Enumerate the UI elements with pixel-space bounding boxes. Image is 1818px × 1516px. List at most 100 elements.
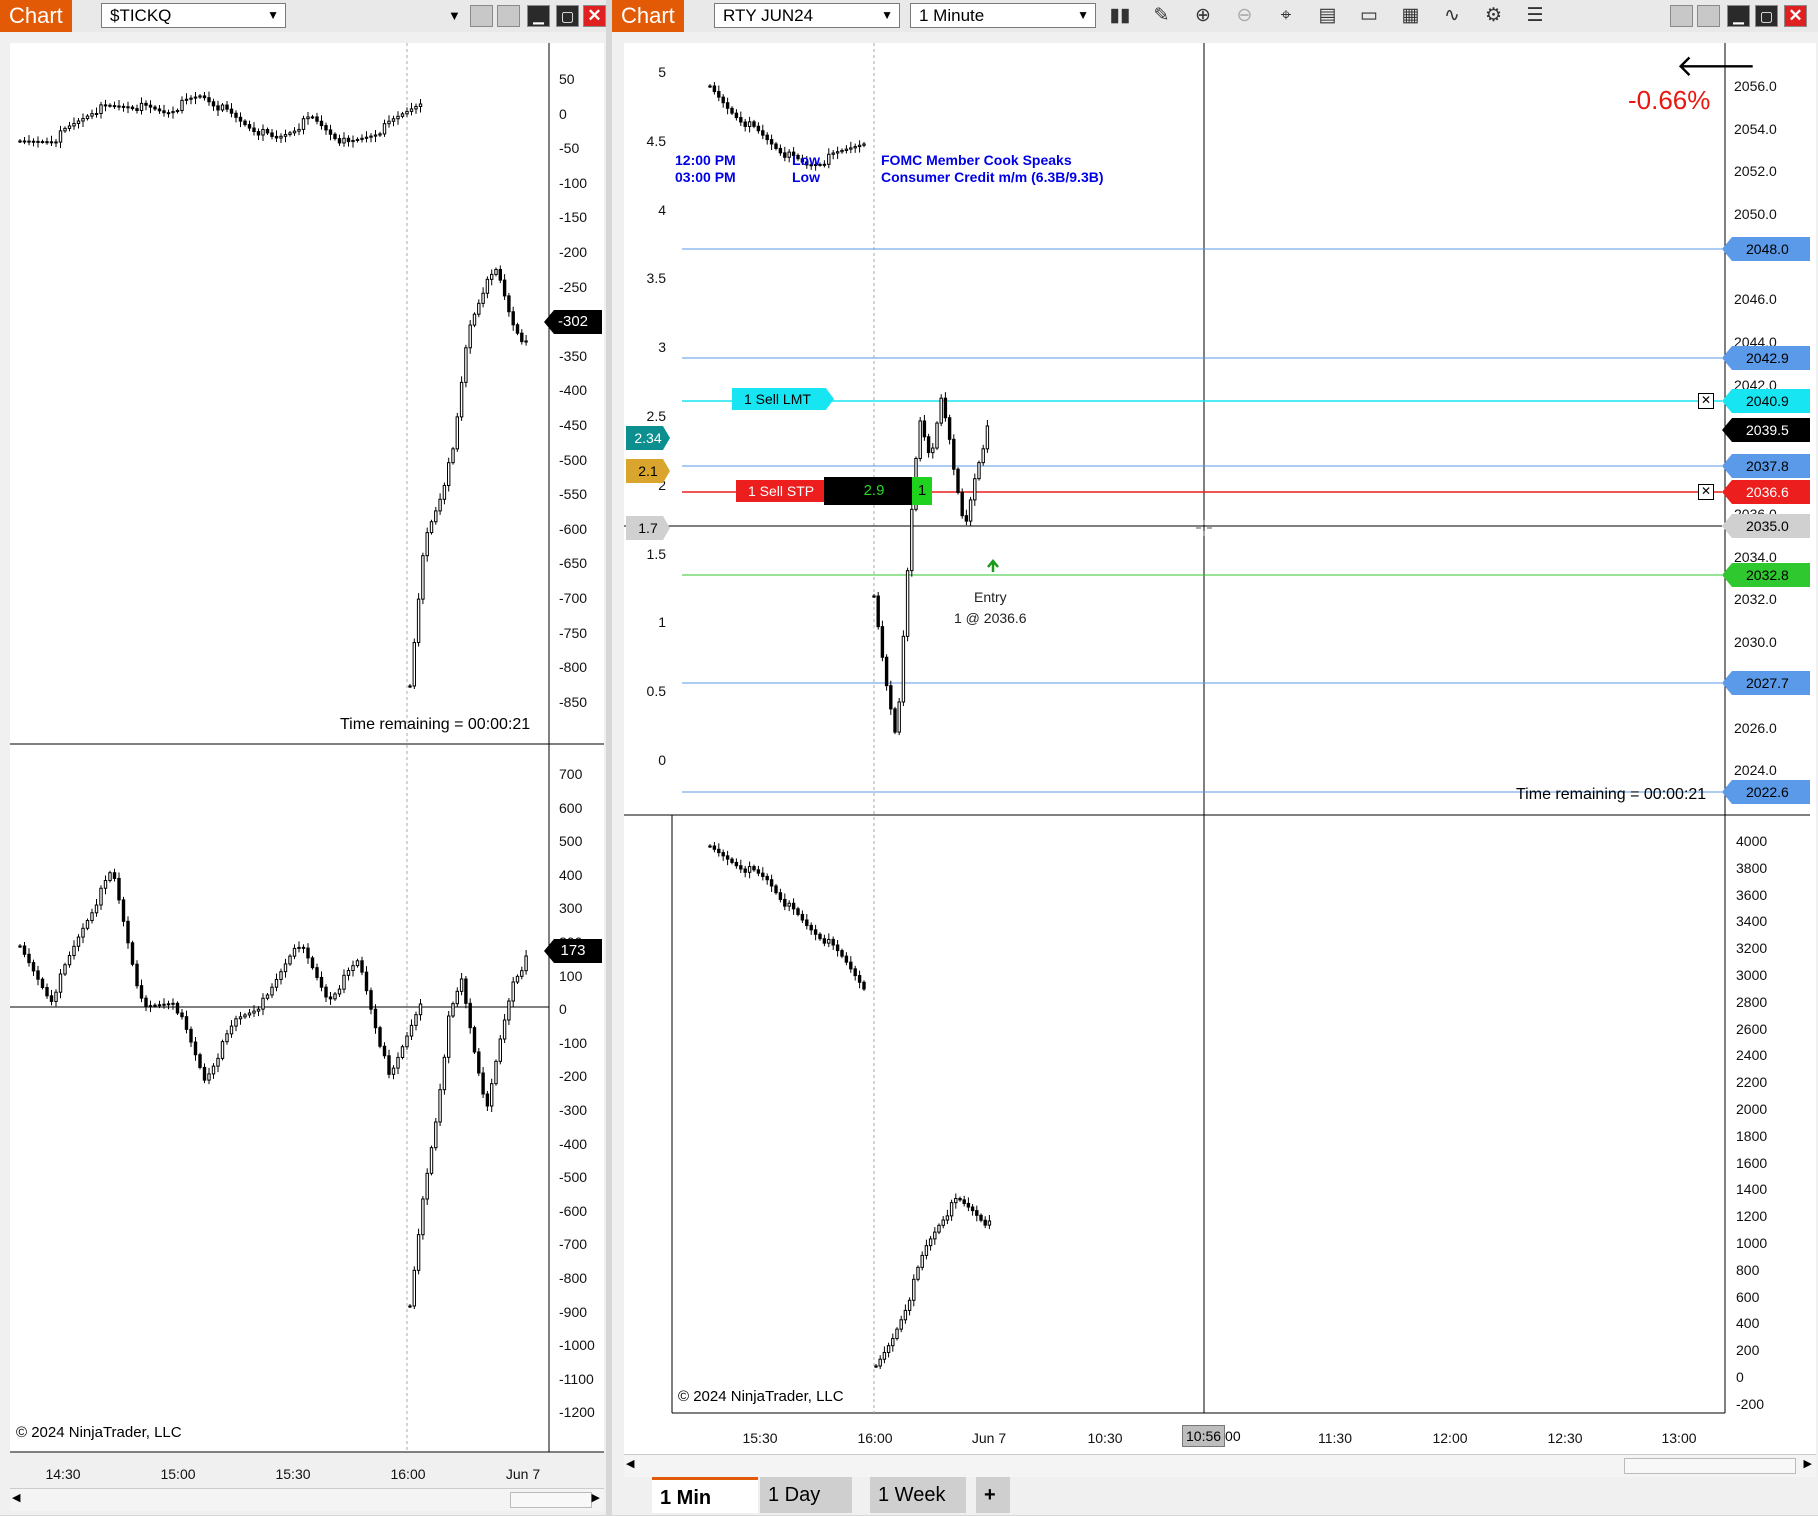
candle-body <box>238 1016 243 1020</box>
candle-body <box>328 996 333 1000</box>
candle-body <box>54 141 58 144</box>
scroll-right-icon[interactable]: ▶ <box>1804 1457 1812 1470</box>
candle-body <box>157 1004 162 1007</box>
candle-body <box>937 1224 941 1233</box>
candle-body <box>981 448 985 464</box>
candle-body <box>292 130 297 134</box>
candle-body <box>130 106 135 110</box>
candle-body <box>364 136 369 139</box>
right-scrollbar[interactable]: ◀ ▶ <box>624 1454 1816 1477</box>
left-top-axis-label: -450 <box>559 417 588 433</box>
candle-body <box>337 138 342 144</box>
candle-body <box>103 104 108 107</box>
candle-body <box>409 1024 414 1037</box>
candle-body <box>765 134 769 141</box>
candle-body <box>220 104 225 111</box>
cancel-limit-order-icon[interactable]: ✕ <box>1698 393 1714 409</box>
candle-body <box>225 1033 229 1043</box>
right-time-label: 12:30 <box>1547 1430 1583 1446</box>
sell-stop-order[interactable]: 1 Sell STP <box>736 480 834 502</box>
candle-body <box>853 968 857 977</box>
candle-body <box>507 1000 511 1021</box>
candle-body <box>941 1219 945 1226</box>
position-pnl: 2.9 <box>824 477 924 505</box>
scroll-left-icon[interactable]: ◀ <box>12 1491 20 1504</box>
sell-limit-order[interactable]: 1 Sell LMT <box>732 388 834 410</box>
volume-axis-label: 2400 <box>1736 1047 1768 1064</box>
candle-body <box>81 927 85 938</box>
candle-body <box>862 981 866 990</box>
candle-body <box>844 955 849 963</box>
candle-body <box>373 1008 378 1029</box>
left-top-axis-label: -550 <box>559 486 588 503</box>
candle-body <box>103 879 108 889</box>
left-top-axis-label: -400 <box>559 382 588 399</box>
candle-body <box>747 121 752 127</box>
candle-body <box>189 97 193 100</box>
candle-body <box>862 143 866 146</box>
add-tab-button[interactable]: + <box>976 1477 1010 1513</box>
candle-body <box>279 971 283 980</box>
right-time-remaining: Time remaining = 00:00:21 <box>1516 786 1707 803</box>
candle-body <box>360 137 364 140</box>
candle-body <box>378 133 382 136</box>
candle-body <box>447 1015 451 1058</box>
candle-body <box>405 110 409 115</box>
cancel-stop-order-icon[interactable]: ✕ <box>1698 484 1714 500</box>
candle-body <box>511 311 515 326</box>
qty-value: 1 <box>917 482 927 499</box>
candle-body <box>135 963 139 987</box>
candle-body <box>297 128 301 132</box>
candle-body <box>364 971 369 992</box>
right-time-label: 11:30 <box>1318 1430 1352 1446</box>
price-flag-p2027_7: 2027.7 <box>1722 671 1810 695</box>
candle-body <box>283 963 288 973</box>
left-scrollbar[interactable]: ◀ ▶ <box>10 1488 604 1511</box>
candle-body <box>481 292 485 304</box>
candle-body <box>243 120 247 126</box>
left-copyright: © 2024 NinjaTrader, LLC <box>16 1424 182 1441</box>
candle-body <box>778 892 783 900</box>
position-quantity[interactable]: 1 <box>912 477 932 505</box>
candle-body <box>216 1057 220 1067</box>
candle-body <box>920 1254 924 1268</box>
tab-1-day[interactable]: 1 Day <box>760 1477 852 1513</box>
candle-body <box>184 1016 189 1030</box>
candle-body <box>400 1046 405 1058</box>
candle-body <box>434 1121 438 1149</box>
tab-1-min[interactable]: 1 Min <box>652 1477 758 1513</box>
candle-body <box>90 912 94 922</box>
scroll-left-icon[interactable]: ◀ <box>626 1457 634 1470</box>
volume-axis-label: 3600 <box>1736 886 1768 903</box>
tab-1-week[interactable]: 1 Week <box>870 1477 966 1513</box>
candle-body <box>85 920 90 929</box>
back-arrow-icon[interactable]: 🡐 <box>1676 52 1756 82</box>
scroll-thumb[interactable] <box>1624 1458 1796 1474</box>
indicator-axis-label: 1.5 <box>646 545 666 562</box>
volume-axis-label: 1000 <box>1736 1235 1768 1251</box>
candle-body <box>274 978 279 988</box>
candle-body <box>261 997 265 1010</box>
candle-body <box>76 936 81 947</box>
candle-body <box>99 104 103 114</box>
candle-body <box>787 902 791 907</box>
entry-label: Entry <box>974 589 1007 605</box>
candle-body <box>774 885 778 894</box>
candle-body <box>756 125 761 132</box>
candle-body <box>502 1019 507 1040</box>
candle-body <box>853 146 857 149</box>
candle-body <box>175 1002 180 1014</box>
left-chart-graphics <box>10 43 604 1453</box>
candle-body <box>396 1056 400 1069</box>
candle-body <box>747 866 752 873</box>
event-lows: Low Low <box>792 152 820 186</box>
scroll-right-icon[interactable]: ▶ <box>592 1491 600 1504</box>
scroll-thumb[interactable] <box>510 1492 592 1508</box>
candle-body <box>507 295 511 313</box>
left-top-axis-label: -250 <box>559 278 588 295</box>
candle-body <box>910 508 914 572</box>
candle-body <box>783 898 787 907</box>
candle-body <box>774 143 778 149</box>
indicator-axis-label: 0.5 <box>646 683 666 700</box>
candle-body <box>822 163 827 166</box>
